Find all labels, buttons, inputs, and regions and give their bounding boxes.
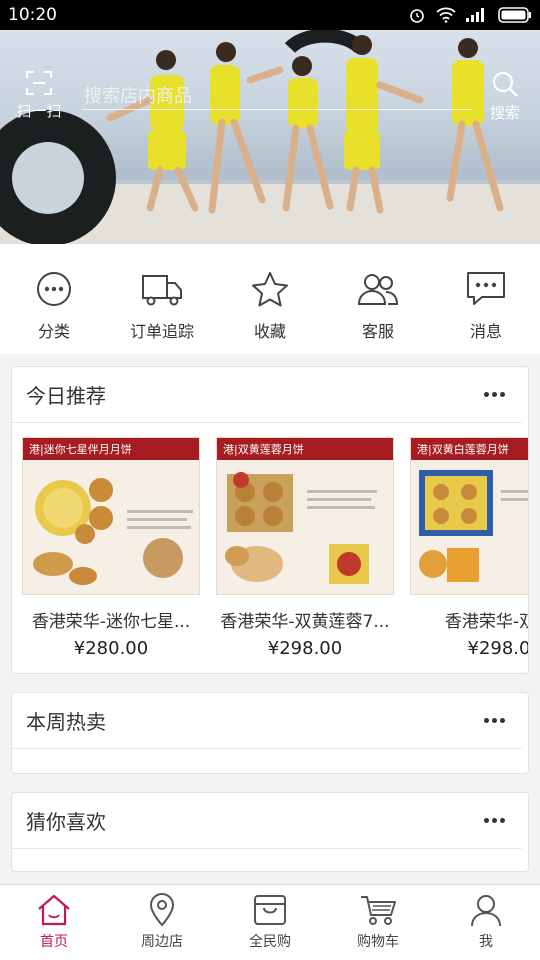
tab-group-buy[interactable]: 全民购 xyxy=(216,885,324,960)
search-button[interactable]: 搜索 xyxy=(480,70,530,122)
quick-nav: 分类 订单追踪 收藏 客服 消息 xyxy=(0,244,540,354)
tab-label: 首页 xyxy=(40,934,68,950)
home-icon xyxy=(38,894,70,926)
tab-label: 全民购 xyxy=(249,934,291,950)
product-price: ¥280.00 xyxy=(73,638,149,659)
section-title: 今日推荐 xyxy=(26,384,106,408)
quick-nav-customer-service[interactable]: 客服 xyxy=(324,244,432,354)
tab-nearby-stores[interactable]: 周边店 xyxy=(108,885,216,960)
user-icon xyxy=(471,895,501,927)
quick-nav-label: 客服 xyxy=(361,322,394,341)
quick-nav-category[interactable]: 分类 xyxy=(0,244,108,354)
shopping-bag-icon xyxy=(254,895,286,925)
more-icon[interactable] xyxy=(480,711,508,731)
product-price: ¥298.00 xyxy=(267,638,343,659)
status-bar: 10:20 xyxy=(0,0,540,30)
section-header: 今日推荐 xyxy=(12,367,522,423)
quick-nav-label: 分类 xyxy=(37,322,70,341)
search-input[interactable]: 搜索店内商品 xyxy=(82,80,472,110)
star-icon xyxy=(252,272,288,307)
more-icon[interactable] xyxy=(480,811,508,831)
scan-button[interactable]: 扫一扫 xyxy=(14,70,64,120)
product-image-banner: 港|双黄白莲蓉月饼 xyxy=(417,443,509,456)
quick-nav-label: 消息 xyxy=(469,322,502,341)
status-time: 10:20 xyxy=(8,5,57,25)
product-card[interactable]: 港|双黄莲蓉月饼 香港荣华-双黄莲蓉7... ¥298.00 xyxy=(216,437,394,659)
hero-banner[interactable]: 扫一扫 搜索店内商品 搜索 xyxy=(0,30,540,244)
product-name: 香港荣华-双黄 xyxy=(444,612,528,632)
product-image: 港|迷你七星伴月月饼 xyxy=(22,437,200,595)
quick-nav-label: 订单追踪 xyxy=(129,322,194,341)
product-card[interactable]: 港|双黄白莲蓉月饼 香港荣华-双黄 ¥298.0 xyxy=(410,437,528,659)
alarm-icon xyxy=(410,9,424,23)
location-pin-icon xyxy=(149,893,175,927)
search-label: 搜索 xyxy=(489,104,520,122)
status-icons xyxy=(408,6,532,24)
section-header: 猜你喜欢 xyxy=(12,793,522,849)
tab-label: 我 xyxy=(479,934,493,950)
weekly-hot-section: 本周热卖 xyxy=(11,692,529,774)
wifi-icon xyxy=(436,7,456,23)
product-image-banner: 港|迷你七星伴月月饼 xyxy=(29,443,132,456)
tab-label: 购物车 xyxy=(357,934,399,950)
search-icon xyxy=(492,71,518,97)
quick-nav-favorites[interactable]: 收藏 xyxy=(216,244,324,354)
truck-icon xyxy=(142,275,182,306)
product-price: ¥298.0 xyxy=(467,638,529,659)
signal-icon xyxy=(466,8,484,22)
quick-nav-order-tracking[interactable]: 订单追踪 xyxy=(108,244,216,354)
product-image-banner: 港|双黄莲蓉月饼 xyxy=(223,443,304,456)
users-icon xyxy=(357,274,399,305)
message-icon xyxy=(467,272,505,305)
product-image: 港|双黄莲蓉月饼 xyxy=(216,437,394,595)
quick-nav-messages[interactable]: 消息 xyxy=(432,244,540,354)
scan-label: 扫一扫 xyxy=(16,102,62,120)
scan-icon xyxy=(26,71,52,95)
product-card[interactable]: 港|迷你七星伴月月饼 香港荣华-迷你七星... ¥280.00 xyxy=(22,437,200,659)
today-recommend-section: 今日推荐 港|迷你七星伴月月饼 香港荣华-迷你七星... ¥280.00 港|双… xyxy=(11,366,529,674)
banner-illustration xyxy=(0,30,540,244)
section-title: 本周热卖 xyxy=(26,710,106,734)
tab-label: 周边店 xyxy=(141,934,183,950)
product-carousel[interactable]: 港|迷你七星伴月月饼 香港荣华-迷你七星... ¥280.00 港|双黄莲蓉月饼 xyxy=(12,423,528,659)
product-image: 港|双黄白莲蓉月饼 xyxy=(410,437,528,595)
tab-me[interactable]: 我 xyxy=(432,885,540,960)
product-name: 香港荣华-双黄莲蓉7... xyxy=(220,612,390,632)
section-header: 本周热卖 xyxy=(12,693,522,749)
battery-icon xyxy=(498,7,531,23)
tab-cart[interactable]: 购物车 xyxy=(324,885,432,960)
bottom-tab-bar: 首页 周边店 全民购 购物车 我 xyxy=(0,884,540,960)
cart-icon xyxy=(361,896,396,925)
more-circle-icon xyxy=(37,272,71,306)
product-name: 香港荣华-迷你七星... xyxy=(31,612,191,632)
guess-you-like-section: 猜你喜欢 xyxy=(11,792,529,872)
more-icon[interactable] xyxy=(480,385,508,405)
section-title: 猜你喜欢 xyxy=(26,810,106,834)
quick-nav-label: 收藏 xyxy=(253,322,286,341)
tab-home[interactable]: 首页 xyxy=(0,885,108,960)
